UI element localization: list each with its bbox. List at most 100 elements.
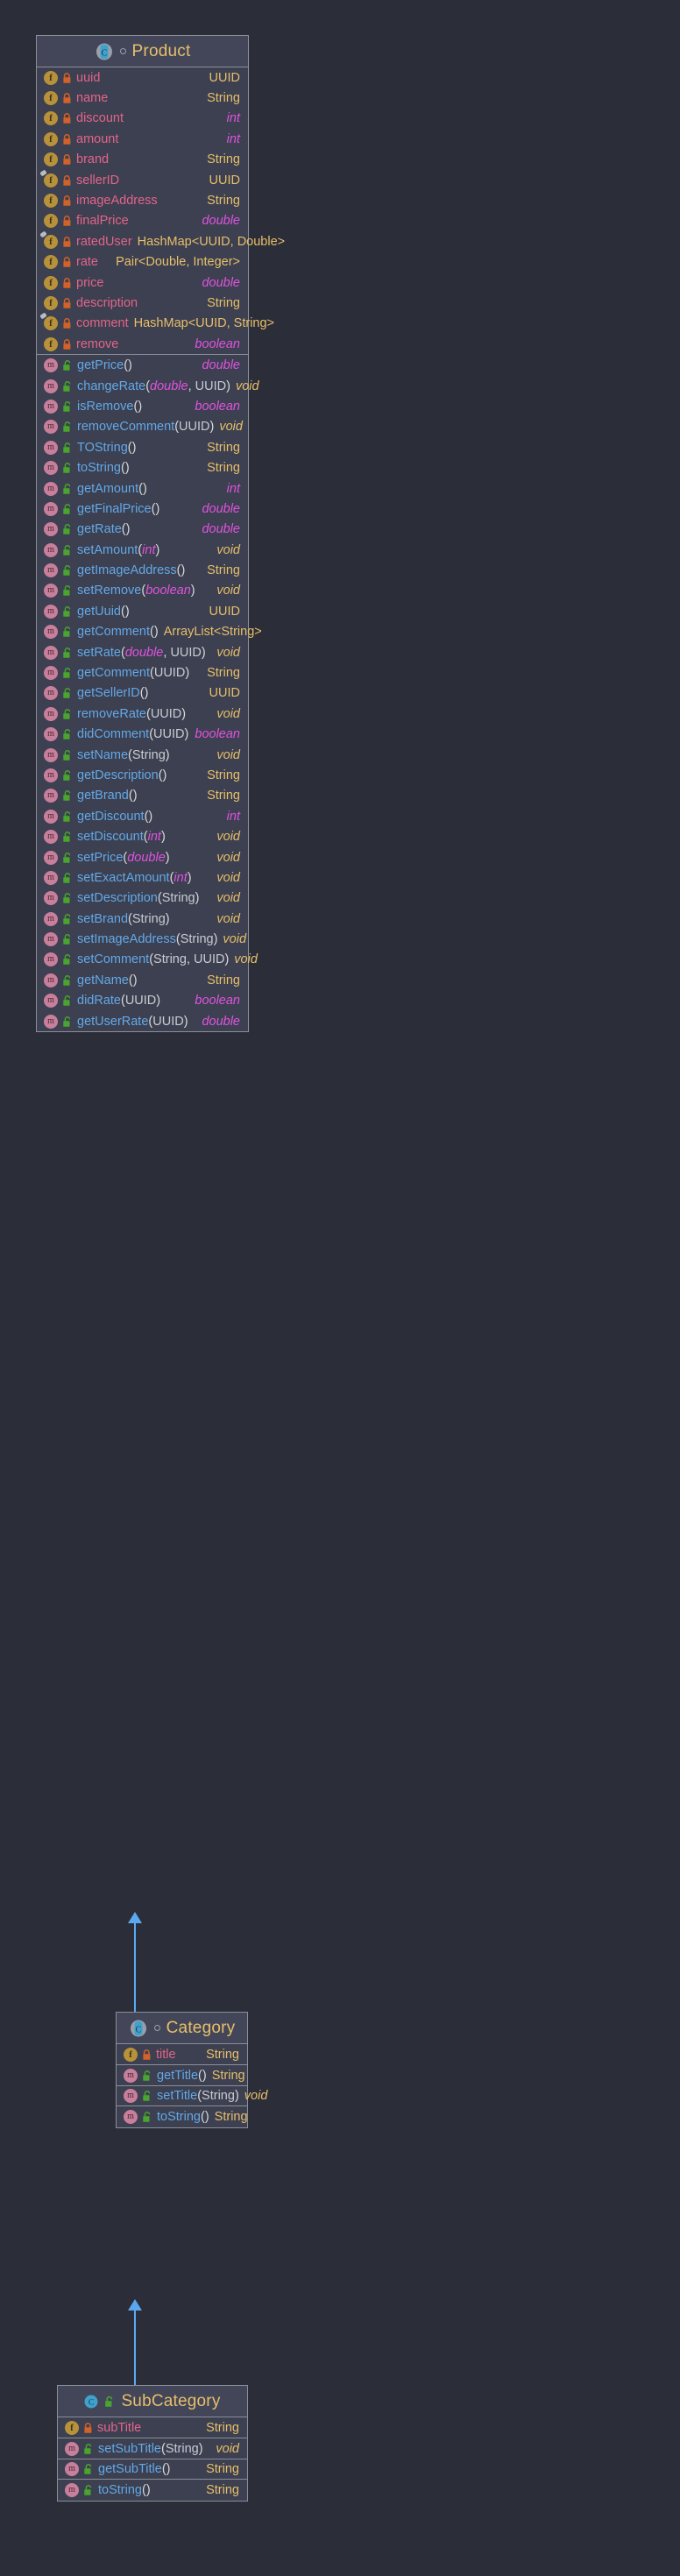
row-label: m removeRate(UUID) xyxy=(44,706,186,722)
method-row[interactable]: m toString() String xyxy=(58,2480,247,2500)
class-box-subcategory[interactable]: C SubCategory f subTitle String m setSubTit… xyxy=(57,2385,248,2502)
method-row[interactable]: m getUserRate(UUID) double xyxy=(37,1011,248,1031)
method-row[interactable]: m getComment(UUID) String xyxy=(37,662,248,683)
method-row[interactable]: m changeRate(double, UUID) void xyxy=(37,376,259,396)
method-row[interactable]: m getTitle() String xyxy=(117,2065,247,2086)
method-row[interactable]: m setRate(double, UUID) void xyxy=(37,642,248,662)
method-return-type: String xyxy=(207,973,240,988)
class-box-product[interactable]: C Product f uuid UUID f name String f discount i… xyxy=(36,35,285,1033)
row-label: f uuid xyxy=(44,70,100,85)
method-icon: m xyxy=(44,501,58,516)
field-row[interactable]: f price double xyxy=(37,272,248,293)
method-row[interactable]: m getFinalPrice() double xyxy=(37,499,248,519)
field-type-label: UUID xyxy=(209,70,240,85)
field-row[interactable]: f amount int xyxy=(37,129,248,149)
method-row[interactable]: m getRate() double xyxy=(37,520,248,540)
method-row[interactable]: m getSellerID() UUID xyxy=(37,683,248,704)
method-row[interactable]: m getBrand() String xyxy=(37,786,248,806)
field-row[interactable]: f ratedUser HashMap<UUID, Double> xyxy=(37,231,285,251)
method-row[interactable]: m setComment(String, UUID) void xyxy=(37,950,258,970)
method-row[interactable]: m setName(String) void xyxy=(37,745,248,765)
method-row[interactable]: m setBrand(String) void xyxy=(37,909,248,929)
field-type: HashMap<UUID, String> xyxy=(134,315,274,331)
method-row[interactable]: m getPrice() double xyxy=(37,355,248,375)
field-row[interactable]: f title String xyxy=(117,2044,247,2064)
field-row[interactable]: f subTitle String xyxy=(58,2417,247,2438)
method-row[interactable]: m isRemove() boolean xyxy=(37,396,248,416)
row-label: f imageAddress xyxy=(44,194,158,209)
field-row[interactable]: f discount int xyxy=(37,109,248,129)
method-row[interactable]: m setTitle(String) void xyxy=(117,2086,267,2107)
method-name: setSubTitle xyxy=(98,2441,161,2456)
method-name: getUuid xyxy=(77,604,121,619)
method-icon: m xyxy=(124,2088,138,2103)
field-row[interactable]: f description String xyxy=(37,293,248,313)
method-row[interactable]: m didComment(UUID) boolean xyxy=(37,725,248,745)
method-signature: TOString() xyxy=(77,440,136,456)
method-row[interactable]: m getSubTitle() String xyxy=(58,2459,247,2480)
row-label: m setDescription(String) xyxy=(44,890,199,906)
method-row[interactable]: m getName() String xyxy=(37,970,248,990)
lock-open-icon xyxy=(142,2090,152,2102)
field-row[interactable]: f finalPrice double xyxy=(37,211,248,231)
method-row[interactable]: m setRemove(boolean) void xyxy=(37,581,248,601)
method-return-type: void xyxy=(216,911,240,927)
circle-outline-icon xyxy=(153,2025,160,2031)
method-row[interactable]: m setExactAmount(int) void xyxy=(37,867,248,888)
method-icon: m xyxy=(44,358,58,373)
class-box-category[interactable]: C Category f title String m getTitle() Strin… xyxy=(116,2012,267,2128)
method-row[interactable]: m getAmount() int xyxy=(37,478,248,499)
method-name: removeRate xyxy=(77,706,146,721)
method-name: setRemove xyxy=(77,584,142,598)
method-row[interactable]: m setAmount(int) void xyxy=(37,540,248,560)
field-row[interactable]: f sellerID UUID xyxy=(37,170,248,190)
field-row[interactable]: f remove boolean xyxy=(37,334,248,354)
return-type-label: UUID xyxy=(209,604,240,619)
param-type: String xyxy=(180,932,214,947)
lock-open-icon xyxy=(62,605,73,618)
method-return-type: boolean xyxy=(195,399,240,414)
field-row[interactable]: f brand String xyxy=(37,150,248,170)
method-row[interactable]: m getDiscount() int xyxy=(37,806,248,826)
field-row[interactable]: f comment HashMap<UUID, String> xyxy=(37,314,274,334)
inheritance-arrow-subcategory-to-category xyxy=(127,2299,143,2385)
method-icon: m xyxy=(44,440,58,455)
paren-close: ) xyxy=(132,789,138,803)
method-return-type: void xyxy=(216,829,240,845)
method-row[interactable]: m getComment() ArrayList<String> xyxy=(37,622,262,642)
field-type: UUID xyxy=(209,173,240,188)
method-row[interactable]: m getImageAddress() String xyxy=(37,560,248,580)
method-row[interactable]: m toString() String xyxy=(117,2106,248,2127)
field-type-label: Pair<Double, Integer> xyxy=(116,255,240,270)
method-row[interactable]: m setDescription(String) void xyxy=(37,888,248,909)
field-type: String xyxy=(206,2047,239,2063)
method-row[interactable]: m setImageAddress(String) void xyxy=(37,929,248,949)
method-row[interactable]: m setDiscount(int) void xyxy=(37,826,248,846)
method-row[interactable]: m TOString() String xyxy=(37,437,248,457)
method-row[interactable]: m setPrice(double) void xyxy=(37,847,248,867)
method-icon: m xyxy=(44,952,58,967)
method-name: setDescription xyxy=(77,891,158,906)
field-name: comment xyxy=(76,316,129,331)
method-row[interactable]: m setSubTitle(String) void xyxy=(58,2438,247,2459)
method-row[interactable]: m getDescription() String xyxy=(37,765,248,785)
method-signature: getAmount() xyxy=(77,481,147,497)
field-row[interactable]: f rate Pair<Double, Integer> xyxy=(37,252,248,272)
method-name: setTitle xyxy=(157,2088,198,2103)
field-row[interactable]: f name String xyxy=(37,88,248,108)
lock-closed-icon xyxy=(83,2422,93,2434)
method-row[interactable]: m removeRate(UUID) void xyxy=(37,704,248,724)
row-label: m getDiscount() xyxy=(44,809,152,824)
method-row[interactable]: m getUuid() UUID xyxy=(37,601,248,621)
field-row[interactable]: f imageAddress String xyxy=(37,190,248,210)
method-row[interactable]: m removeComment(UUID) void xyxy=(37,417,248,437)
method-row[interactable]: m didRate(UUID) boolean xyxy=(37,991,248,1011)
return-type-label: int xyxy=(226,481,240,496)
param-type: UUID xyxy=(170,645,202,660)
method-signature: getUuid() xyxy=(77,604,130,619)
method-signature: setRemove(boolean) xyxy=(77,583,195,598)
field-icon: f xyxy=(44,214,58,229)
param-type: int xyxy=(174,870,188,885)
method-row[interactable]: m toString() String xyxy=(37,457,248,478)
field-row[interactable]: f uuid UUID xyxy=(37,67,248,88)
